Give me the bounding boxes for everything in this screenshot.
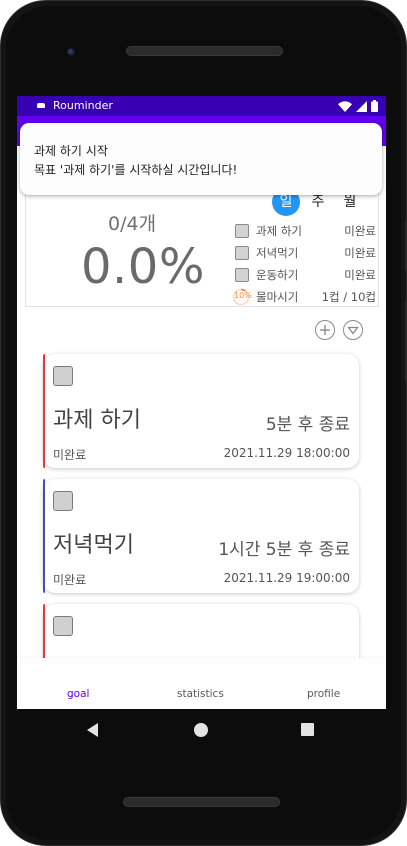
bottom-speaker xyxy=(123,797,280,807)
goal-deadline: 2021.11.29 18:00:00 xyxy=(223,446,350,460)
mini-goal-name: 저녁먹기 xyxy=(256,246,299,260)
water-goal-progress: 1컵 / 10컵 xyxy=(321,290,376,304)
notification-icon xyxy=(37,103,45,108)
front-camera xyxy=(64,45,78,59)
goal-complete-checkbox[interactable] xyxy=(53,366,73,386)
water-ring-label: 10% xyxy=(234,291,252,300)
mini-goal-name: 과제 하기 xyxy=(256,224,302,238)
status-app-name: Rouminder xyxy=(53,99,113,112)
goal-remaining-time: 1시간 5분 후 종료 xyxy=(218,540,350,560)
toast-title: 과제 하기 시작 xyxy=(34,144,108,158)
card-accent xyxy=(43,354,45,468)
plus-circle-icon xyxy=(320,325,330,335)
system-navigation-bar xyxy=(17,709,386,751)
goal-count: 0/4개 xyxy=(108,213,157,235)
toast-message: 목표 '과제 하기'를 시작하실 시간입니다! xyxy=(34,163,238,177)
mini-goal-name: 운동하기 xyxy=(256,268,299,282)
signal-icon xyxy=(356,100,367,112)
triangle-down-circle-icon xyxy=(347,326,359,335)
goal-card[interactable]: 과제 하기 5분 후 종료 미완료 2021.11.29 18:00:00 xyxy=(43,354,359,468)
back-icon[interactable] xyxy=(87,723,98,737)
status-icons xyxy=(338,100,378,112)
water-goal-name: 물마시기 xyxy=(256,290,299,304)
nav-statistics[interactable]: statistics xyxy=(177,688,224,700)
app-screen: Rouminder 과제 하기 시작 목표 '과제 하기'를 시작하실 시간입니… xyxy=(17,96,386,709)
goal-status: 미완료 xyxy=(53,448,87,462)
home-icon[interactable] xyxy=(194,723,208,737)
wifi-icon xyxy=(338,100,352,112)
add-goal-button[interactable] xyxy=(315,320,335,340)
card-accent xyxy=(43,479,45,593)
recents-icon[interactable] xyxy=(301,723,314,736)
water-goal-row: 10% 물마시기 1컵 / 10컵 xyxy=(232,286,376,308)
goal-mini-list: 과제 하기 미완료 저녁먹기 미완료 운동하기 미완료 10% 물마시기 1컵 … xyxy=(232,220,376,308)
goal-checkbox[interactable] xyxy=(235,246,249,260)
nav-goal[interactable]: goal xyxy=(67,688,89,700)
goal-complete-checkbox[interactable] xyxy=(53,491,73,511)
notification-toast[interactable]: 과제 하기 시작 목표 '과제 하기'를 시작하실 시간입니다! xyxy=(20,123,382,195)
mini-goal-status: 미완료 xyxy=(344,224,376,238)
daily-summary-card: 0/4개 0.0% 일 주 월 과제 하기 미완료 저녁먹기 미완료 운동하기 … xyxy=(25,178,379,307)
battery-icon xyxy=(371,100,378,112)
goal-remaining-time: 5분 후 종료 xyxy=(265,415,350,435)
filter-goals-button[interactable] xyxy=(343,320,363,340)
goal-title: 저녁먹기 xyxy=(53,533,134,558)
mini-goal-row: 과제 하기 미완료 xyxy=(234,220,376,242)
goal-checkbox[interactable] xyxy=(235,224,249,238)
goal-title: 과제 하기 xyxy=(53,408,141,433)
mini-goal-row: 운동하기 미완료 xyxy=(234,264,376,286)
mini-goal-status: 미완료 xyxy=(344,268,376,282)
goal-checkbox[interactable] xyxy=(235,268,249,282)
status-bar: Rouminder xyxy=(17,96,386,116)
completion-percent: 0.0% xyxy=(81,239,205,295)
bottom-navigation: goal statistics profile xyxy=(17,658,386,709)
goal-complete-checkbox[interactable] xyxy=(53,616,73,636)
goal-deadline: 2021.11.29 19:00:00 xyxy=(223,571,350,585)
mini-goal-status: 미완료 xyxy=(344,246,376,260)
mini-goal-row: 저녁먹기 미완료 xyxy=(234,242,376,264)
goal-status: 미완료 xyxy=(53,573,87,587)
goal-card[interactable]: 저녁먹기 1시간 5분 후 종료 미완료 2021.11.29 19:00:00 xyxy=(43,479,359,593)
earpiece-speaker xyxy=(126,46,283,56)
nav-profile[interactable]: profile xyxy=(307,688,340,700)
